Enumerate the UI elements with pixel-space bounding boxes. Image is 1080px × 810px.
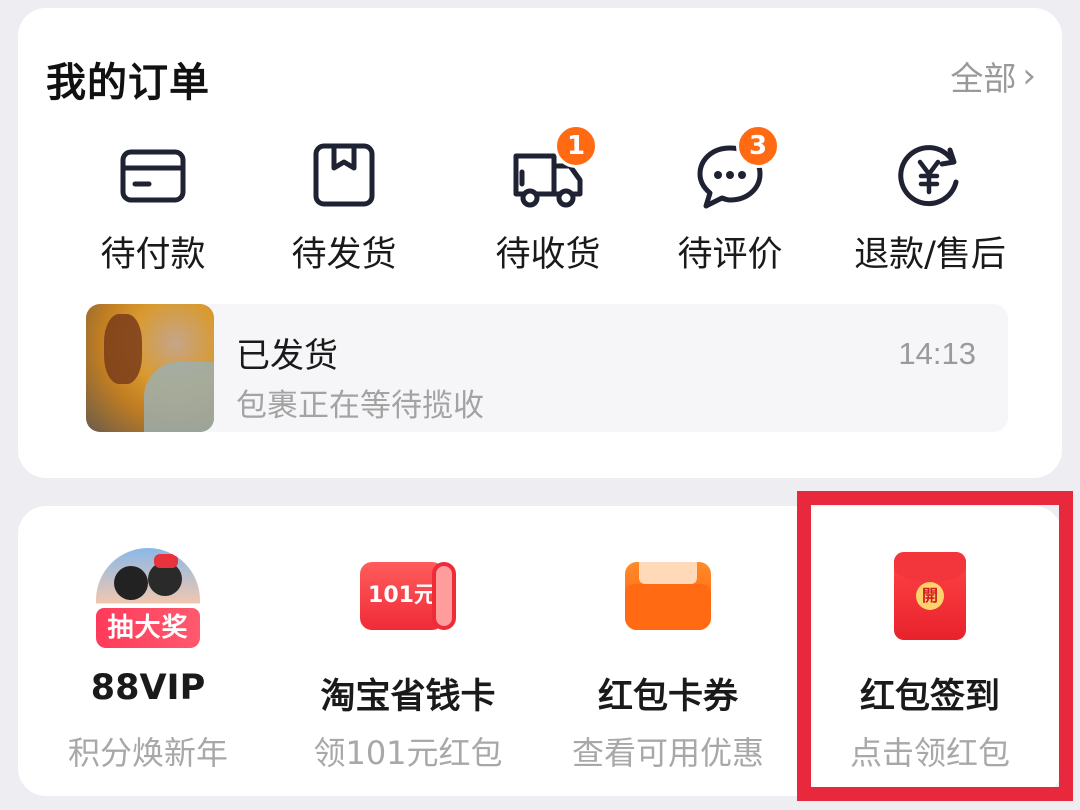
vip-lottery-icon: 抽大奖 (96, 548, 200, 648)
tool-name: 淘宝省钱卡 (320, 677, 496, 717)
tool-subtitle: 查看可用优惠 (571, 734, 764, 772)
order-status-label: 退款/售后 (854, 235, 1006, 275)
order-status-label: 待收货 (495, 235, 601, 275)
refund-yen-icon (898, 145, 959, 207)
review-count-badge: 3 (736, 124, 780, 168)
vip-icon-text: 抽大奖 (96, 608, 200, 648)
card-icon (120, 149, 186, 203)
wallet-icon (625, 562, 711, 630)
tool-name: 红包签到 (859, 677, 1000, 717)
box-icon (313, 143, 375, 207)
all-orders-link[interactable]: 全部 › (950, 52, 1036, 100)
order-count-badge: 1 (554, 124, 598, 168)
order-status-to-receive[interactable]: 1 待收货 (448, 124, 648, 278)
order-status-to-ship[interactable]: 待发货 (244, 138, 444, 278)
order-status-pending-payment[interactable]: 待付款 (53, 138, 253, 278)
order-status-label: 待评价 (677, 235, 783, 275)
orders-card: 我的订单 全部 › 待付款 待发货 1 待收货 3 待评价 退款/售后 已发货 … (18, 8, 1062, 478)
latest-shipment-item[interactable]: 已发货 包裹正在等待揽收 14:13 (86, 304, 1008, 432)
tool-coupons[interactable]: 红包卡券 查看可用优惠 (538, 540, 798, 780)
all-orders-label: 全部 (950, 59, 1017, 98)
product-thumbnail (86, 304, 214, 432)
tool-88vip[interactable]: 抽大奖 88VIP 积分焕新年 (18, 540, 278, 780)
envelope-seal-text: 開 (916, 582, 944, 610)
order-status-label: 待发货 (291, 235, 397, 275)
red-envelope-icon: 開 (894, 552, 966, 640)
order-status-label: 待付款 (100, 235, 206, 275)
order-status-to-review[interactable]: 3 待评价 (630, 124, 830, 278)
chevron-right-icon: › (1022, 56, 1036, 96)
tools-card: 抽大奖 88VIP 积分焕新年 101元 淘宝省钱卡 领101元红包 红包卡券 … (18, 506, 1062, 796)
tool-name: 88VIP (90, 668, 206, 708)
order-status-refund[interactable]: 退款/售后 (830, 138, 1030, 278)
shipment-time: 14:13 (898, 336, 976, 371)
tool-subtitle: 积分焕新年 (67, 734, 228, 772)
tool-savings-card[interactable]: 101元 淘宝省钱卡 领101元红包 (278, 540, 538, 780)
orders-title: 我的订单 (46, 60, 210, 106)
tool-subtitle: 点击领红包 (849, 734, 1010, 772)
savings-card-icon: 101元 (360, 558, 456, 634)
shipment-status: 已发货 (236, 336, 338, 376)
tool-subtitle: 领101元红包 (313, 734, 503, 772)
shipment-detail: 包裹正在等待揽收 (236, 388, 484, 424)
tool-name: 红包卡券 (597, 677, 738, 717)
tool-red-envelope-checkin[interactable]: 開 红包签到 点击领红包 (800, 540, 1060, 780)
